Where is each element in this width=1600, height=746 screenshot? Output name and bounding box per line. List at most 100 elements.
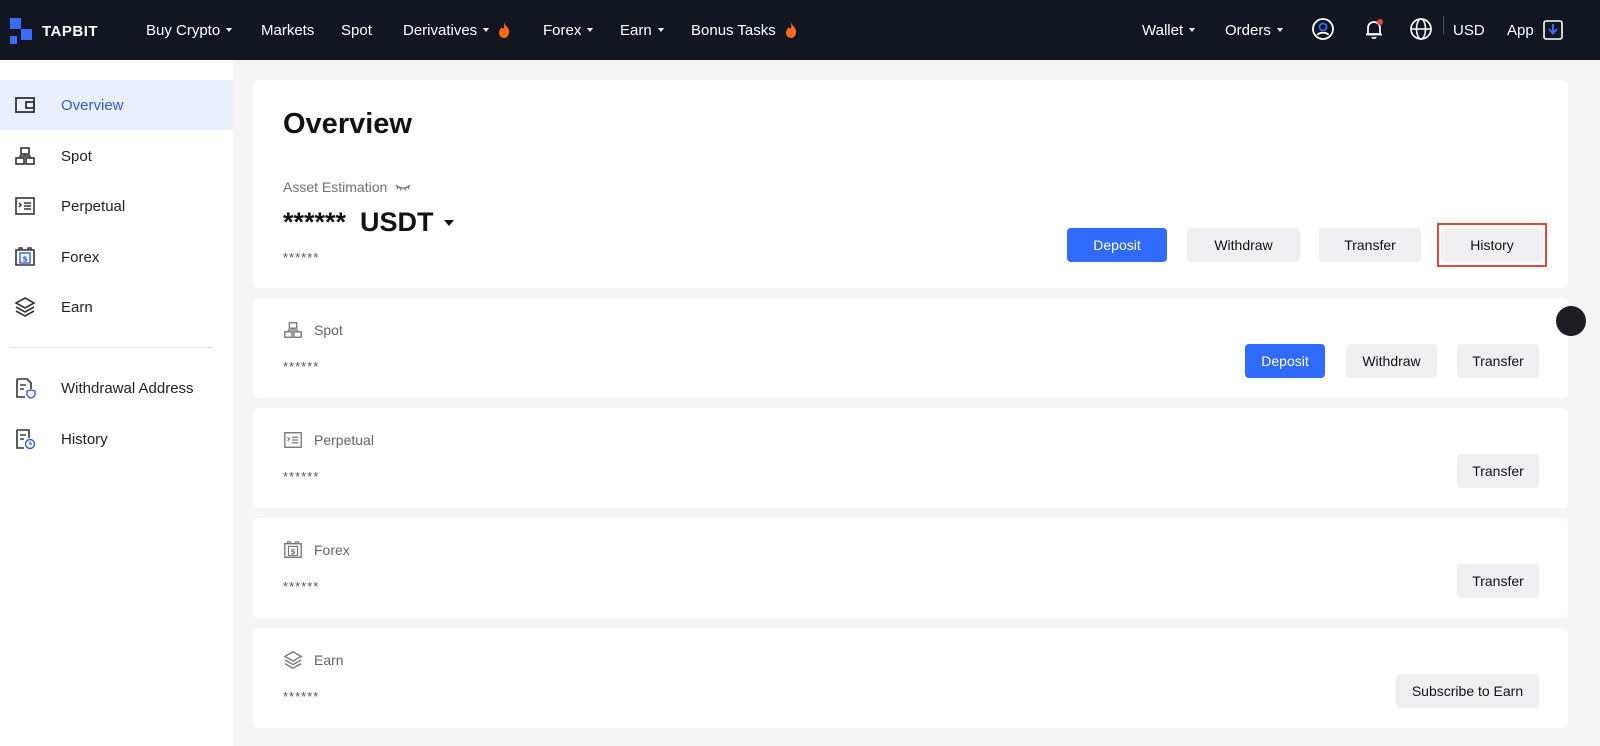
- perpetual-balance: ******: [283, 469, 320, 484]
- sidebar-item-history[interactable]: History: [0, 414, 233, 464]
- transfer-button[interactable]: Transfer: [1319, 228, 1421, 262]
- forex-section-header: $ Forex: [283, 540, 350, 560]
- layers-icon: [283, 651, 303, 669]
- top-navigation-bar: TAPBIT Buy Crypto Markets Spot Derivativ…: [0, 0, 1600, 60]
- download-icon: [1542, 20, 1563, 40]
- caret-down-icon: [657, 28, 664, 32]
- logo-mark-icon: [10, 18, 36, 44]
- deposit-button[interactable]: Deposit: [1067, 228, 1167, 262]
- asset-estimation-label: Asset Estimation: [283, 179, 411, 195]
- wallet-icon: [15, 97, 35, 113]
- nav-wallet[interactable]: Wallet: [1142, 0, 1196, 60]
- eye-closed-icon[interactable]: [395, 182, 411, 192]
- nav-orders-label: Orders: [1225, 21, 1271, 39]
- nav-app[interactable]: App: [1507, 0, 1564, 60]
- currency-label: USD: [1453, 21, 1485, 39]
- sidebar-item-label: Spot: [61, 147, 92, 165]
- sidebar-item-label: Overview: [61, 96, 124, 114]
- forex-section-label: Forex: [314, 542, 350, 558]
- earn-section-header: Earn: [283, 650, 344, 670]
- page-title: Overview: [283, 108, 412, 140]
- sidebar-item-label: Withdrawal Address: [61, 379, 194, 397]
- caret-down-icon: [1276, 28, 1283, 32]
- perpetual-icon: [284, 432, 302, 448]
- perpetual-card: Perpetual ****** Transfer: [253, 408, 1568, 508]
- tapbit-logo[interactable]: TAPBIT: [10, 18, 98, 44]
- nav-spot-label: Spot: [341, 21, 372, 39]
- forex-card: $ Forex ****** Transfer: [253, 518, 1568, 618]
- brand-name: TAPBIT: [42, 22, 99, 40]
- nav-bonus-tasks-label: Bonus Tasks: [691, 21, 776, 39]
- withdraw-button[interactable]: Withdraw: [1187, 228, 1300, 262]
- sidebar-item-overview[interactable]: Overview: [0, 80, 233, 130]
- fire-icon: [785, 22, 796, 38]
- sidebar-item-perpetual[interactable]: Perpetual: [0, 181, 233, 231]
- svg-text:$: $: [290, 547, 295, 556]
- caret-down-icon: [483, 28, 490, 32]
- layers-icon: [14, 297, 36, 317]
- earn-section-label: Earn: [314, 652, 344, 668]
- globe-icon[interactable]: [1405, 13, 1437, 45]
- spot-transfer-button[interactable]: Transfer: [1457, 344, 1539, 378]
- subscribe-to-earn-button[interactable]: Subscribe to Earn: [1396, 674, 1539, 708]
- sidebar-item-label: Forex: [61, 248, 100, 266]
- highlight-box: [1437, 223, 1547, 267]
- sidebar-item-forex[interactable]: $ Forex: [0, 232, 233, 282]
- forex-balance: ******: [283, 579, 320, 594]
- spot-card: Spot ****** Deposit Withdraw Transfer: [253, 298, 1568, 398]
- spot-icon: [15, 147, 35, 165]
- nav-orders[interactable]: Orders: [1225, 0, 1283, 60]
- svg-text:$: $: [22, 255, 28, 264]
- spot-withdraw-button[interactable]: Withdraw: [1346, 344, 1437, 378]
- nav-derivatives-label: Derivatives: [403, 21, 478, 39]
- spot-section-label: Spot: [314, 322, 343, 338]
- asset-value-masked: ******: [283, 207, 347, 237]
- asset-currency[interactable]: USDT: [360, 207, 434, 238]
- spot-balance: ******: [283, 359, 320, 374]
- currency-selector[interactable]: USD: [1453, 0, 1485, 60]
- forex-icon: $: [284, 541, 302, 558]
- nav-forex[interactable]: Forex: [543, 0, 594, 60]
- perpetual-section-label: Perpetual: [314, 432, 374, 448]
- nav-buy-crypto[interactable]: Buy Crypto: [146, 0, 233, 60]
- forex-transfer-button[interactable]: Transfer: [1457, 564, 1539, 598]
- floating-handle[interactable]: [1556, 306, 1586, 336]
- spot-section-header: Spot: [283, 320, 343, 340]
- nav-derivatives[interactable]: Derivatives: [403, 0, 511, 60]
- nav-forex-label: Forex: [543, 21, 582, 39]
- sidebar-item-spot[interactable]: Spot: [0, 131, 233, 181]
- caret-down-icon[interactable]: [443, 219, 454, 226]
- bell-icon[interactable]: [1358, 13, 1390, 45]
- perpetual-icon: [15, 197, 35, 215]
- sidebar: Overview Spot Perpetual $ Forex Earn Wit…: [0, 60, 233, 746]
- nav-spot[interactable]: Spot: [341, 0, 372, 60]
- perpetual-section-header: Perpetual: [283, 430, 374, 450]
- address-icon: [16, 378, 36, 399]
- nav-buy-crypto-label: Buy Crypto: [146, 21, 221, 39]
- nav-bonus-tasks[interactable]: Bonus Tasks: [691, 0, 798, 60]
- caret-down-icon: [226, 28, 233, 32]
- overview-card: Overview Asset Estimation ****** USDT **…: [253, 80, 1568, 288]
- nav-separator: [1443, 16, 1444, 34]
- nav-app-label: App: [1507, 21, 1534, 39]
- caret-down-icon: [1189, 28, 1196, 32]
- sidebar-item-label: Perpetual: [61, 197, 126, 215]
- sidebar-divider: [10, 347, 213, 348]
- sidebar-item-earn[interactable]: Earn: [0, 282, 233, 332]
- nav-earn[interactable]: Earn: [620, 0, 664, 60]
- asset-estimation-text: Asset Estimation: [283, 179, 388, 195]
- perpetual-transfer-button[interactable]: Transfer: [1457, 454, 1539, 488]
- sidebar-item-withdrawal-address[interactable]: Withdrawal Address: [0, 363, 233, 413]
- nav-wallet-label: Wallet: [1142, 21, 1184, 39]
- sidebar-item-label: History: [61, 430, 108, 448]
- profile-icon[interactable]: [1307, 13, 1339, 45]
- nav-markets-label: Markets: [261, 21, 315, 39]
- fire-icon: [499, 22, 510, 38]
- spot-deposit-button[interactable]: Deposit: [1245, 344, 1325, 378]
- asset-value: ****** USDT: [283, 207, 454, 238]
- nav-earn-label: Earn: [620, 21, 652, 39]
- sidebar-item-label: Earn: [61, 298, 93, 316]
- earn-balance: ******: [283, 689, 320, 704]
- spot-icon: [284, 322, 302, 338]
- nav-markets[interactable]: Markets: [261, 0, 314, 60]
